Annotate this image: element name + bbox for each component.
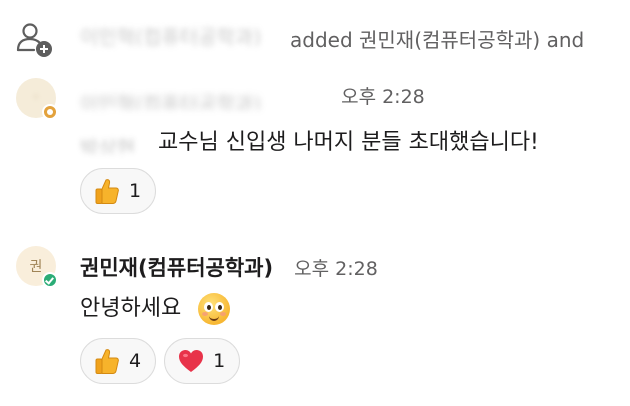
reaction-heart[interactable]: 1: [164, 338, 241, 384]
message-item: ◦ 이민혁(컴퓨터공학과) 오후 2:28 박상현 교수님 신입생 나머지 분들 …: [0, 72, 630, 222]
heart-icon: [179, 350, 204, 372]
avatar[interactable]: ◦: [16, 78, 58, 120]
timestamp[interactable]: 오후 2:28: [341, 86, 425, 108]
thumbs-up-icon: [95, 349, 119, 374]
reaction-count: 1: [213, 350, 226, 372]
reaction-bar: 4 1: [80, 338, 241, 384]
timestamp[interactable]: 오후 2:28: [294, 258, 378, 280]
active-status-icon: [42, 272, 58, 288]
reaction-thumbs-up[interactable]: 4: [80, 338, 157, 384]
message-header: 권민재(컴퓨터공학과) 오후 2:28: [80, 252, 378, 282]
reaction-count: 4: [129, 350, 142, 372]
mention[interactable]: 박상현: [80, 132, 148, 154]
message-pane: 이민혁(컴퓨터공학과) added 권민재(컴퓨터공학과) and ◦ 이민혁(…: [0, 0, 630, 406]
message-text: 안녕하세요: [80, 296, 182, 321]
message-body: 안녕하세요: [80, 290, 231, 325]
channel-join-notice: 이민혁(컴퓨터공학과) added 권민재(컴퓨터공학과) and: [0, 14, 630, 62]
reaction-count: 1: [129, 180, 142, 202]
message-text: 교수님 신입생 나머지 분들 초대했습니다!: [158, 130, 539, 155]
face-emoji-icon: [198, 293, 231, 325]
add-member-icon: [16, 23, 52, 57]
avatar-initial: 권: [29, 259, 43, 275]
message-item: 권 권민재(컴퓨터공학과) 오후 2:28 안녕하세요 4 1: [0, 240, 630, 400]
join-notice-text: added 권민재(컴퓨터공학과) and: [290, 28, 585, 52]
avatar-placeholder: ◦: [31, 90, 41, 106]
blurred-user-name[interactable]: 이민혁(컴퓨터공학과): [80, 28, 280, 46]
sender-name[interactable]: 이민혁(컴퓨터공학과): [80, 88, 320, 110]
reaction-bar: 1: [80, 168, 157, 214]
message-header: 이민혁(컴퓨터공학과) 오후 2:28: [80, 82, 425, 110]
thumbs-up-icon: [95, 179, 119, 204]
sender-name[interactable]: 권민재(컴퓨터공학과): [80, 256, 273, 280]
message-body: 박상현 교수님 신입생 나머지 분들 초대했습니다!: [80, 124, 539, 156]
avatar[interactable]: 권: [16, 246, 58, 288]
reaction-thumbs-up[interactable]: 1: [80, 168, 157, 214]
away-status-icon: [42, 104, 58, 120]
